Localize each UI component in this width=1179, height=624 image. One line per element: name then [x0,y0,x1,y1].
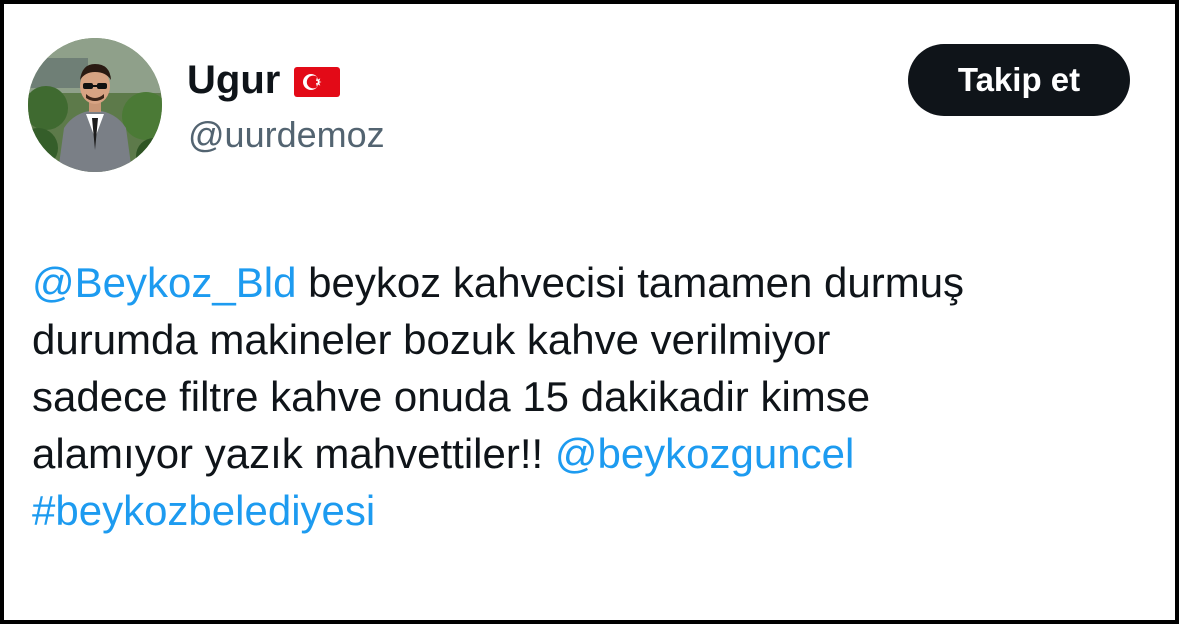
tweet-card: Ugur @uurdemoz Takip et @Beykoz_Bld beyk… [4,4,1175,620]
user-name-row[interactable]: Ugur [187,50,341,110]
follow-button[interactable]: Takip et [908,44,1130,116]
avatar[interactable] [28,38,162,172]
mention-link[interactable]: @Beykoz_Bld [32,259,296,306]
tweet-text: @Beykoz_Bld beykoz kahvecisi tamamen dur… [32,254,1162,539]
profile-photo [28,38,162,172]
turkey-flag-icon [294,67,341,97]
hashtag-link[interactable]: #beykozbelediyesi [32,487,375,534]
user-handle[interactable]: @uurdemoz [188,110,385,160]
mention-link[interactable]: @beykozguncel [555,430,854,477]
display-name[interactable]: Ugur [187,50,280,110]
